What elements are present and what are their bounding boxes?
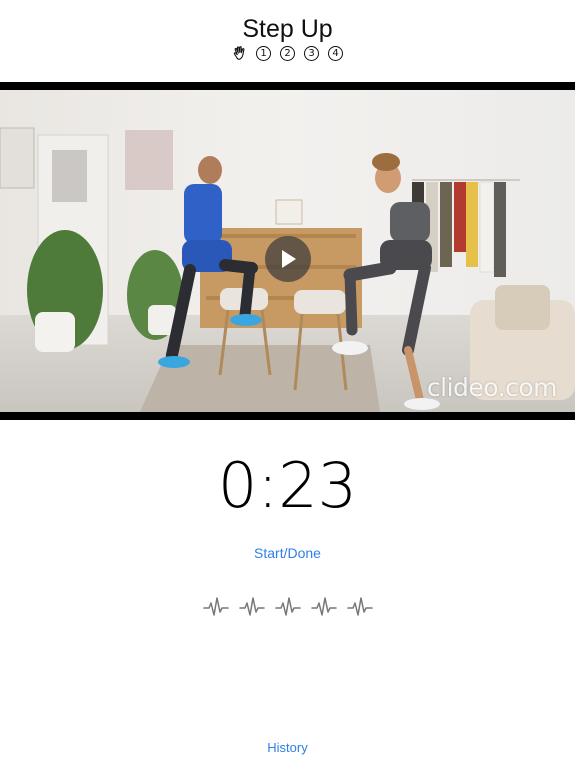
step-4[interactable]: 4 — [328, 45, 344, 61]
step-3-label: 3 — [304, 45, 319, 61]
heartbeat-icon — [346, 597, 373, 616]
step-2-label: 2 — [280, 45, 295, 61]
video-frame: clideo.com — [0, 90, 575, 412]
heartbeat-icon — [238, 597, 265, 616]
heartbeat-icon — [202, 597, 229, 616]
hand-wave-icon[interactable] — [232, 45, 248, 61]
timer-display: 0:23 — [217, 449, 358, 522]
heartbeat-icon — [274, 597, 301, 616]
step-3[interactable]: 3 — [304, 45, 320, 61]
start-done-button[interactable]: Start/Done — [254, 545, 321, 561]
play-icon — [282, 250, 296, 268]
step-2[interactable]: 2 — [280, 45, 296, 61]
exercise-video-player[interactable]: clideo.com — [0, 82, 575, 420]
video-watermark: clideo.com — [426, 373, 558, 402]
play-button[interactable] — [265, 236, 311, 282]
history-button[interactable]: History — [267, 740, 307, 755]
heart-rate-row — [0, 594, 575, 620]
step-4-label: 4 — [328, 45, 343, 61]
page-title: Step Up — [242, 15, 333, 43]
heartbeat-icon — [310, 597, 337, 616]
step-1-label: 1 — [256, 45, 271, 61]
step-indicator: 1 2 3 4 — [0, 45, 575, 61]
step-1[interactable]: 1 — [256, 45, 272, 61]
